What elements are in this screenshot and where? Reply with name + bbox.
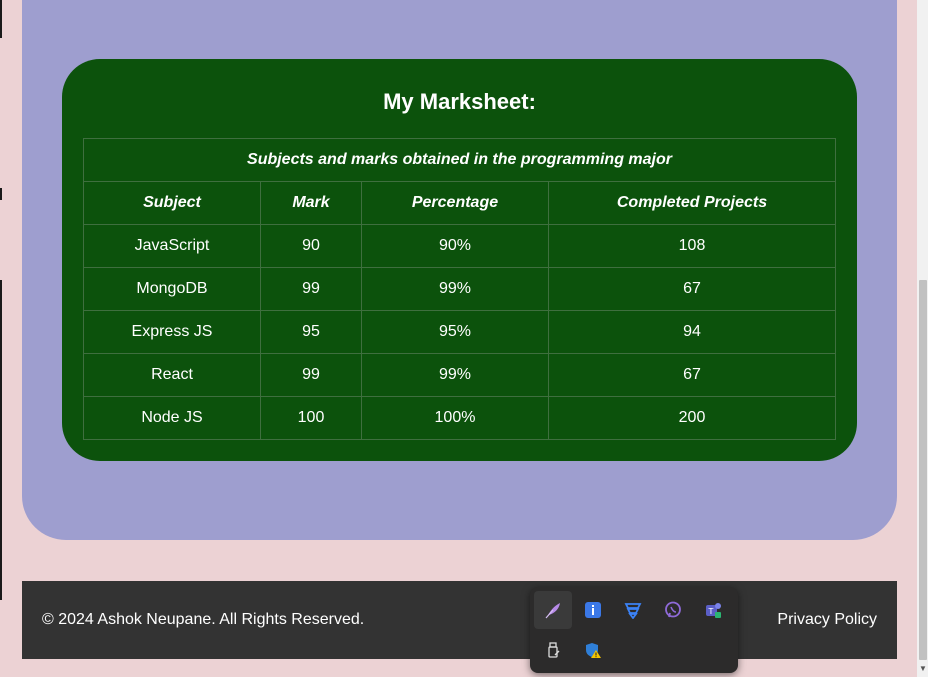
cell-subject: Express JS xyxy=(83,310,261,354)
marks-table: Subjects and marks obtained in the progr… xyxy=(83,138,836,440)
cell-projects: 67 xyxy=(548,267,836,311)
header-completed-projects: Completed Projects xyxy=(548,181,836,225)
cell-percentage: 95% xyxy=(361,310,549,354)
feather-app-icon[interactable] xyxy=(534,591,572,629)
cell-percentage: 90% xyxy=(361,224,549,268)
footer: © 2024 Ashok Neupane. All Rights Reserve… xyxy=(22,581,897,659)
cell-percentage: 99% xyxy=(361,267,549,311)
cell-subject: Node JS xyxy=(83,396,261,440)
cell-projects: 108 xyxy=(548,224,836,268)
scrollbar-thumb[interactable] xyxy=(919,280,927,660)
header-percentage: Percentage xyxy=(361,181,549,225)
table-row: MongoDB 99 99% 67 xyxy=(83,267,836,311)
cell-projects: 67 xyxy=(548,353,836,397)
info-icon[interactable] xyxy=(574,591,612,629)
cell-mark: 90 xyxy=(260,224,362,268)
table-row: Node JS 100 100% 200 xyxy=(83,396,836,440)
cell-percentage: 100% xyxy=(361,396,549,440)
table-row: Express JS 95 95% 94 xyxy=(83,310,836,354)
cell-projects: 200 xyxy=(548,396,836,440)
table-caption: Subjects and marks obtained in the progr… xyxy=(83,138,836,181)
cell-subject: MongoDB xyxy=(83,267,261,311)
cell-projects: 94 xyxy=(548,310,836,354)
svg-text:T: T xyxy=(708,607,714,616)
scroll-down-arrow-icon[interactable]: ▼ xyxy=(918,664,928,674)
footer-copyright: © 2024 Ashok Neupane. All Rights Reserve… xyxy=(42,611,365,628)
cell-mark: 100 xyxy=(260,396,362,440)
cell-subject: JavaScript xyxy=(83,224,261,268)
window-left-edge xyxy=(0,0,2,677)
cell-subject: React xyxy=(83,353,261,397)
viber-icon[interactable] xyxy=(654,591,692,629)
cell-mark: 95 xyxy=(260,310,362,354)
defender-warning-icon[interactable] xyxy=(574,631,612,669)
cell-mark: 99 xyxy=(260,267,362,311)
table-row: JavaScript 90 90% 108 xyxy=(83,224,836,268)
cell-mark: 99 xyxy=(260,353,362,397)
header-subject: Subject xyxy=(83,181,261,225)
privacy-policy-link[interactable]: Privacy Policy xyxy=(777,611,877,629)
database-icon[interactable] xyxy=(614,591,652,629)
cell-percentage: 99% xyxy=(361,353,549,397)
teams-icon[interactable]: T xyxy=(694,591,732,629)
header-mark: Mark xyxy=(260,181,362,225)
system-tray-overflow: T xyxy=(530,587,738,673)
usb-drive-icon[interactable] xyxy=(534,631,572,669)
marksheet-card: My Marksheet: Subjects and marks obtaine… xyxy=(62,59,857,461)
marksheet-title: My Marksheet: xyxy=(383,89,536,114)
table-row: React 99 99% 67 xyxy=(83,353,836,397)
table-header-row: Subject Mark Percentage Completed Projec… xyxy=(83,181,836,225)
